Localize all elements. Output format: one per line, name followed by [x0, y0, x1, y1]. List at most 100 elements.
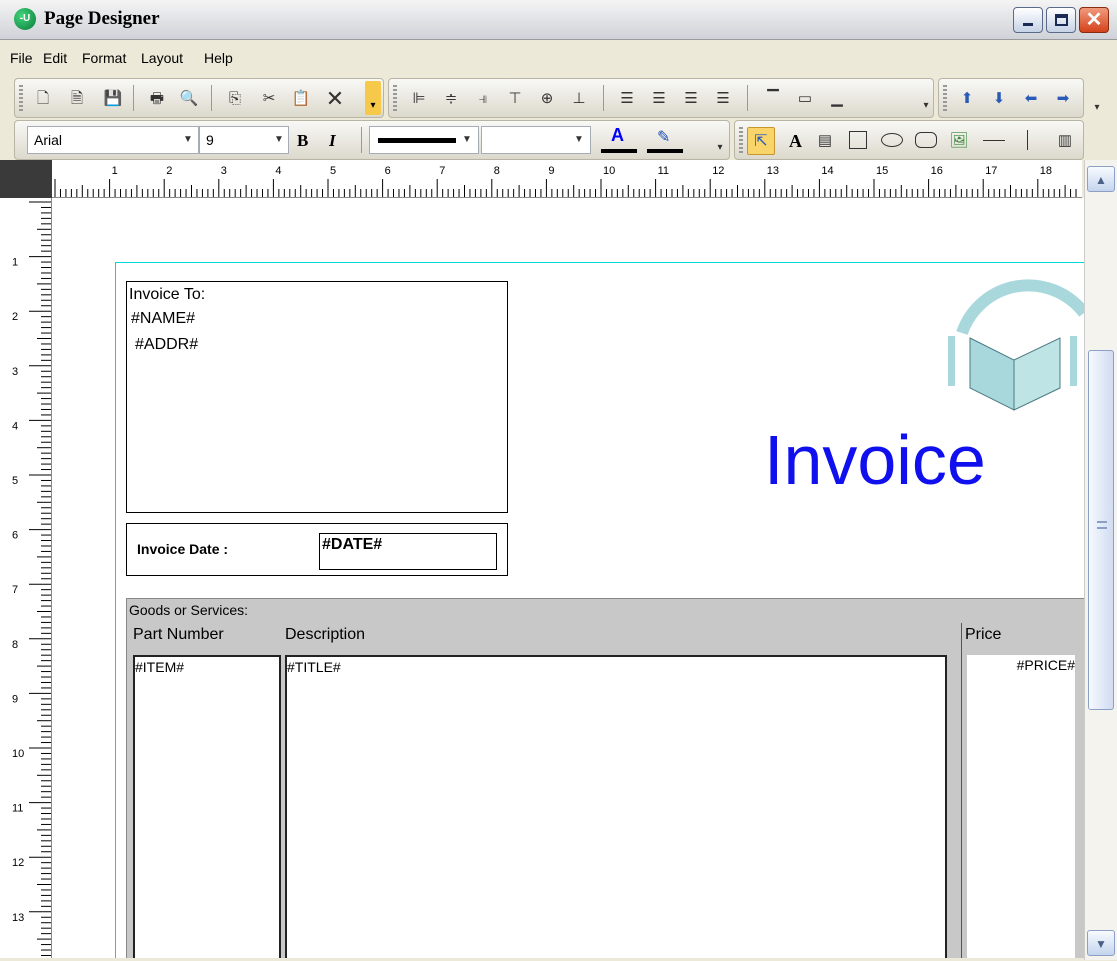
scroll-up-button[interactable]: ▲: [1087, 166, 1115, 192]
text-align-right-icon[interactable]: ☰: [681, 89, 701, 109]
align-left-icon[interactable]: ⊫: [409, 89, 429, 109]
ruler-label: 7: [439, 165, 445, 177]
text-color-button[interactable]: A: [599, 123, 639, 157]
minimize-button[interactable]: [1013, 7, 1043, 33]
ruler-label: 6: [12, 530, 18, 542]
scroll-down-button[interactable]: ▼: [1087, 930, 1115, 956]
address-field[interactable]: #ADDR#: [135, 336, 198, 354]
toolbar-overflow-button[interactable]: ▾: [713, 123, 727, 157]
text-align-center-icon[interactable]: ☰: [649, 89, 669, 109]
date-field[interactable]: #DATE#: [322, 536, 382, 554]
italic-button[interactable]: I: [329, 131, 336, 151]
font-name-combo[interactable]: Arial ▼: [27, 126, 199, 154]
toolbar-grip[interactable]: [393, 85, 397, 111]
align-center-icon[interactable]: ≑: [441, 89, 461, 109]
image-tool-icon[interactable]: 🖼: [949, 131, 969, 151]
invoice-to-box[interactable]: Invoice To: #NAME# #ADDR#: [126, 281, 508, 513]
delete-icon[interactable]: ✕: [325, 88, 345, 110]
price-column-box[interactable]: #PRICE#: [967, 655, 1075, 958]
invoice-date-box[interactable]: Invoice Date : #DATE#: [126, 523, 508, 576]
design-canvas[interactable]: Invoice To: #NAME# #ADDR# Invoice Invoic…: [52, 198, 1084, 958]
description-column-box[interactable]: #TITLE#: [285, 655, 947, 958]
app-icon[interactable]: -U: [14, 8, 36, 30]
scrollbar-thumb[interactable]: [1088, 350, 1114, 710]
print-icon[interactable]: 🖶: [147, 89, 167, 109]
fill-color-button[interactable]: ✎: [645, 123, 685, 157]
font-size-value: 9: [206, 132, 214, 148]
bold-button[interactable]: B: [297, 131, 308, 151]
maximize-button[interactable]: [1046, 7, 1076, 33]
rectangle-tool-icon[interactable]: [849, 131, 867, 149]
align-top-icon[interactable]: ⊤: [505, 89, 525, 109]
menu-help[interactable]: Help: [204, 50, 233, 66]
align-right-icon[interactable]: ⫣: [473, 89, 493, 109]
line-tool-icon[interactable]: [983, 140, 1005, 141]
menu-layout[interactable]: Layout: [141, 50, 183, 66]
open-book-logo[interactable]: [942, 278, 1084, 428]
close-button[interactable]: ✕: [1079, 7, 1109, 33]
toolbar-overflow-button[interactable]: ▾: [919, 81, 933, 115]
send-to-back-icon[interactable]: ⬇: [989, 89, 1009, 109]
text-tool-button[interactable]: A: [789, 131, 802, 152]
item-field[interactable]: #ITEM#: [135, 659, 184, 675]
vertical-scrollbar[interactable]: ▲ ▼: [1084, 160, 1117, 960]
ellipse-tool-icon[interactable]: [881, 133, 903, 147]
chevron-down-icon[interactable]: ▼: [462, 127, 472, 153]
item-column-box[interactable]: #ITEM#: [133, 655, 281, 958]
vertical-ruler[interactable]: 1 2 3 4 5 6 7 8 9 10 11 12 13: [0, 198, 52, 958]
date-field-box[interactable]: #DATE#: [319, 533, 497, 570]
save-icon[interactable]: 💾: [103, 89, 123, 109]
toolbar-overflow-button[interactable]: ▾: [1090, 88, 1104, 118]
ruler-label: 2: [12, 311, 18, 323]
menu-bar: File Edit Format Layout Help: [0, 40, 1117, 76]
toolbar-grip[interactable]: [19, 85, 23, 111]
ruler-label: 12: [12, 857, 24, 869]
price-field[interactable]: #PRICE#: [1017, 657, 1075, 673]
bring-to-front-icon[interactable]: ⬆: [957, 89, 977, 109]
ruler-label: 5: [330, 165, 336, 177]
title-bar[interactable]: -U Page Designer ✕: [0, 0, 1117, 40]
align-middle-icon[interactable]: ⊕: [537, 89, 557, 109]
invoice-heading[interactable]: Invoice: [764, 420, 986, 500]
goods-services-band[interactable]: Goods or Services: Part Number Descripti…: [126, 598, 1084, 958]
toolbar-grip[interactable]: [943, 85, 947, 111]
chevron-down-icon[interactable]: ▼: [183, 127, 193, 153]
column-header-description: Description: [285, 626, 366, 643]
ruler-label: 3: [12, 366, 18, 378]
close-icon: ✕: [1085, 9, 1103, 31]
paste-icon[interactable]: 📋: [291, 89, 311, 109]
barcode-tool-icon[interactable]: ▥: [1055, 131, 1075, 151]
menu-edit[interactable]: Edit: [43, 50, 67, 66]
rounded-rect-tool-icon[interactable]: [915, 132, 937, 148]
send-backward-icon[interactable]: ➡: [1053, 89, 1073, 109]
select-pointer-icon[interactable]: ⇱: [747, 127, 775, 155]
valign-top-icon[interactable]: ▔: [763, 89, 783, 109]
line-style-combo[interactable]: ▼: [369, 126, 479, 154]
chevron-down-icon[interactable]: ▼: [274, 127, 284, 153]
copy-icon[interactable]: ⎘: [225, 89, 245, 109]
menu-format[interactable]: Format: [82, 50, 126, 66]
valign-middle-icon[interactable]: ▭: [795, 89, 815, 109]
toolbar-overflow-button[interactable]: ▾: [365, 81, 381, 115]
cut-icon[interactable]: ✂: [259, 89, 279, 109]
print-preview-icon[interactable]: 🔍: [179, 89, 199, 109]
new-icon[interactable]: 🗋: [33, 89, 53, 109]
horizontal-ruler[interactable]: 12345678910111213141516171819: [52, 160, 1082, 198]
chevron-down-icon[interactable]: ▼: [574, 127, 584, 153]
align-bottom-icon[interactable]: ⊥: [569, 89, 589, 109]
field-tool-icon[interactable]: ▤: [815, 131, 835, 151]
title-field[interactable]: #TITLE#: [287, 659, 341, 675]
toolbar-grip[interactable]: [739, 127, 743, 153]
name-field[interactable]: #NAME#: [131, 310, 195, 328]
open-icon[interactable]: 🗎: [67, 89, 87, 109]
valign-bottom-icon[interactable]: ▁: [827, 89, 847, 109]
bring-forward-icon[interactable]: ⬅: [1021, 89, 1041, 109]
ruler-label: 17: [985, 165, 997, 177]
ruler-label: 13: [767, 165, 779, 177]
vertical-line-tool-icon[interactable]: [1027, 130, 1028, 150]
text-justify-icon[interactable]: ☰: [713, 89, 733, 109]
text-align-left-icon[interactable]: ☰: [617, 89, 637, 109]
menu-file[interactable]: File: [10, 50, 33, 66]
font-size-combo[interactable]: 9 ▼: [199, 126, 289, 154]
line-width-combo[interactable]: ▼: [481, 126, 591, 154]
